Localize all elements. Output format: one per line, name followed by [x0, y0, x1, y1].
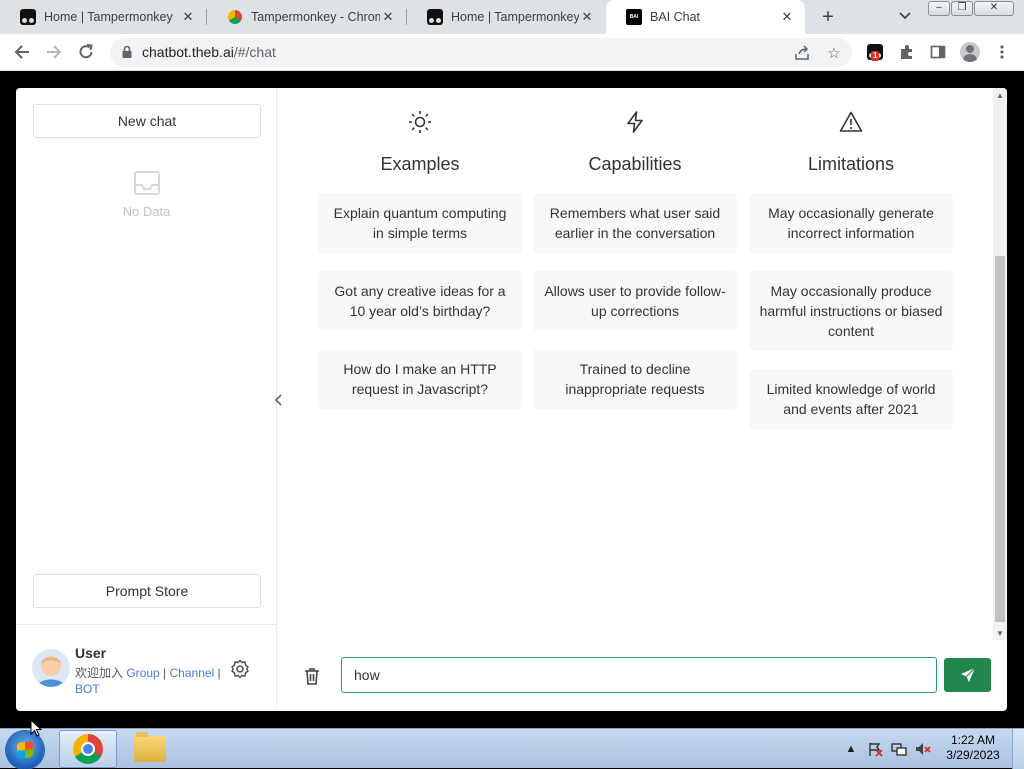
extensions-puzzle-icon[interactable]	[895, 40, 919, 64]
warning-icon	[749, 110, 953, 136]
taskbar-explorer[interactable]	[121, 730, 179, 768]
send-button[interactable]	[944, 658, 991, 692]
example-card[interactable]: Got any creative ideas for a 10 year old…	[318, 271, 522, 331]
no-data-label: No Data	[122, 204, 171, 219]
address-bar[interactable]: chatbot.theb.ai/#/chat ☆	[110, 38, 852, 67]
limitation-card: May occasionally produce harmful instruc…	[749, 271, 953, 351]
folder-icon	[134, 732, 166, 762]
community-links: 欢迎加入 Group | Channel | BOT	[75, 665, 225, 697]
restore-button[interactable]: ❐	[951, 1, 973, 16]
message-input[interactable]: how	[341, 657, 937, 693]
url-text: chatbot.theb.ai/#/chat	[142, 44, 276, 60]
group-link[interactable]: Group	[126, 666, 159, 680]
minimize-button[interactable]: –	[928, 1, 950, 16]
join-label: 欢迎加入	[75, 666, 127, 680]
close-icon[interactable]: ✕	[579, 9, 595, 25]
lock-icon[interactable]	[119, 44, 135, 60]
settings-gear-icon[interactable]	[230, 659, 250, 679]
column-title: Capabilities	[588, 154, 682, 174]
action-center-flag-icon[interactable]	[866, 740, 884, 758]
mouse-cursor-icon	[30, 719, 42, 737]
close-icon[interactable]: ✕	[380, 9, 396, 25]
reload-icon[interactable]	[74, 40, 98, 64]
capability-card: Trained to decline inappropriate request…	[533, 349, 737, 409]
tab-search-chevron-icon[interactable]	[895, 6, 915, 26]
windows-taskbar: ▲ 1:22 AM 3/29/2023	[0, 728, 1024, 769]
show-desktop-button[interactable]	[1012, 729, 1024, 769]
side-panel-icon[interactable]	[926, 40, 950, 64]
sidebar: New chat No Data Prompt Store User 欢迎加入 …	[16, 88, 277, 711]
chat-main: Examples Explain quantum computing in si…	[278, 88, 993, 711]
new-chat-button[interactable]: New chat	[33, 104, 261, 138]
example-card[interactable]: How do I make an HTTP request in Javascr…	[318, 349, 522, 409]
tab-home-tampermonkey-1[interactable]: Home | Tampermonkey ✕	[0, 0, 206, 34]
clock-date: 3/29/2023	[946, 748, 1000, 762]
inbox-empty-icon	[133, 171, 160, 195]
limitation-card: Limited knowledge of world and events af…	[749, 369, 953, 429]
tab-strip: Home | Tampermonkey ✕ Tampermonkey - Chr…	[0, 0, 1024, 34]
window-controls: – ❐ ✕	[928, 1, 1015, 16]
tampermonkey-icon	[20, 9, 36, 25]
bai-icon: BAI	[626, 9, 642, 25]
capability-card: Remembers what user said earlier in the …	[533, 193, 737, 253]
new-tab-button[interactable]: +	[816, 5, 840, 29]
back-arrow-icon[interactable]	[10, 40, 34, 64]
vertical-scrollbar[interactable]: ▲ ▼	[993, 88, 1007, 640]
tab-home-tampermonkey-2[interactable]: Home | Tampermonkey ✕	[407, 0, 605, 34]
example-card[interactable]: Explain quantum computing in simple term…	[318, 193, 522, 253]
tab-tampermonkey-chrome[interactable]: Tampermonkey - Chrome ✕	[207, 0, 406, 34]
close-icon[interactable]: ✕	[180, 9, 196, 25]
separator: |	[159, 666, 170, 680]
prompt-store-button[interactable]: Prompt Store	[33, 574, 261, 608]
close-icon[interactable]: ✕	[779, 9, 795, 25]
capability-card: Allows user to provide follow-up correct…	[533, 271, 737, 331]
chrome-webstore-icon	[227, 9, 243, 25]
forward-arrow-icon[interactable]	[42, 40, 66, 64]
scroll-up-arrow-icon[interactable]: ▲	[993, 88, 1007, 102]
empty-history: No Data	[16, 170, 277, 219]
browser-toolbar: chatbot.theb.ai/#/chat ☆ 1	[0, 34, 1024, 71]
share-icon[interactable]	[792, 43, 812, 63]
limitation-card: May occasionally generate incorrect info…	[749, 193, 953, 253]
tab-title: Home | Tampermonkey	[44, 10, 173, 24]
tab-title: BAI Chat	[650, 10, 701, 24]
more-menu-icon[interactable]	[990, 40, 1014, 64]
separator: |	[214, 666, 221, 680]
tab-title: Home | Tampermonkey	[451, 10, 579, 24]
clear-chat-trash-icon[interactable]	[302, 666, 322, 686]
chat-app: New chat No Data Prompt Store User 欢迎加入 …	[16, 88, 1007, 711]
user-panel: User 欢迎加入 Group | Channel | BOT	[16, 624, 277, 711]
tab-title: Tampermonkey - Chrome	[251, 10, 380, 24]
user-avatar[interactable]	[32, 649, 70, 687]
tampermonkey-extension-icon[interactable]: 1	[863, 40, 887, 64]
profile-avatar-icon[interactable]	[958, 40, 982, 64]
send-icon	[960, 667, 975, 682]
close-window-button[interactable]: ✕	[974, 1, 1014, 16]
bookmark-star-icon[interactable]: ☆	[824, 43, 844, 63]
lightning-icon	[533, 110, 737, 136]
tab-bai-chat[interactable]: BAI BAI Chat ✕	[606, 0, 805, 34]
column-title: Limitations	[807, 154, 895, 174]
show-hidden-icons-arrow-icon[interactable]: ▲	[842, 740, 860, 758]
scrollbar-thumb[interactable]	[995, 256, 1005, 622]
network-icon[interactable]	[890, 740, 908, 758]
column-title: Examples	[380, 154, 460, 174]
system-tray: ▲	[842, 729, 938, 769]
sun-icon	[318, 110, 522, 136]
tampermonkey-icon	[427, 9, 443, 25]
bot-link[interactable]: BOT	[75, 682, 100, 696]
volume-muted-icon[interactable]	[914, 740, 932, 758]
chrome-icon	[73, 734, 103, 764]
scroll-down-arrow-icon[interactable]: ▼	[993, 626, 1007, 640]
channel-link[interactable]: Channel	[170, 666, 215, 680]
user-name: User	[75, 645, 107, 661]
extension-badge: 1	[871, 51, 880, 61]
taskbar-chrome[interactable]	[59, 730, 117, 768]
clock[interactable]: 1:22 AM 3/29/2023	[944, 733, 1002, 763]
clock-time: 1:22 AM	[950, 733, 996, 747]
